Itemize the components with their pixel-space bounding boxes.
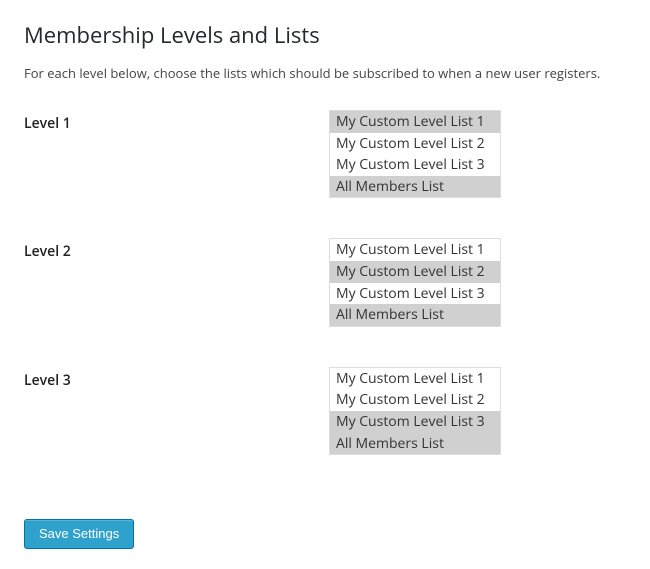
page-description: For each level below, choose the lists w… [24, 64, 626, 82]
list-option[interactable]: My Custom Level List 2 [330, 389, 500, 411]
membership-levels-table: Level 1My Custom Level List 1My Custom L… [24, 110, 626, 495]
lists-multiselect[interactable]: My Custom Level List 1My Custom Level Li… [329, 110, 501, 198]
lists-multiselect[interactable]: My Custom Level List 1My Custom Level Li… [329, 367, 501, 455]
list-option[interactable]: My Custom Level List 2 [330, 133, 500, 155]
list-option[interactable]: My Custom Level List 1 [330, 368, 500, 390]
list-option[interactable]: My Custom Level List 3 [330, 411, 500, 433]
level-label: Level 3 [24, 367, 329, 495]
list-option[interactable]: My Custom Level List 3 [330, 283, 500, 305]
list-option[interactable]: My Custom Level List 2 [330, 261, 500, 283]
level-label: Level 1 [24, 110, 329, 238]
list-option[interactable]: All Members List [330, 176, 500, 198]
list-option[interactable]: All Members List [330, 433, 500, 455]
list-option[interactable]: My Custom Level List 3 [330, 154, 500, 176]
page-title: Membership Levels and Lists [24, 20, 626, 50]
lists-multiselect[interactable]: My Custom Level List 1My Custom Level Li… [329, 238, 501, 326]
list-option[interactable]: My Custom Level List 1 [330, 239, 500, 261]
list-option[interactable]: All Members List [330, 304, 500, 326]
save-settings-button[interactable]: Save Settings [24, 519, 134, 549]
level-label: Level 2 [24, 238, 329, 366]
list-option[interactable]: My Custom Level List 1 [330, 111, 500, 133]
